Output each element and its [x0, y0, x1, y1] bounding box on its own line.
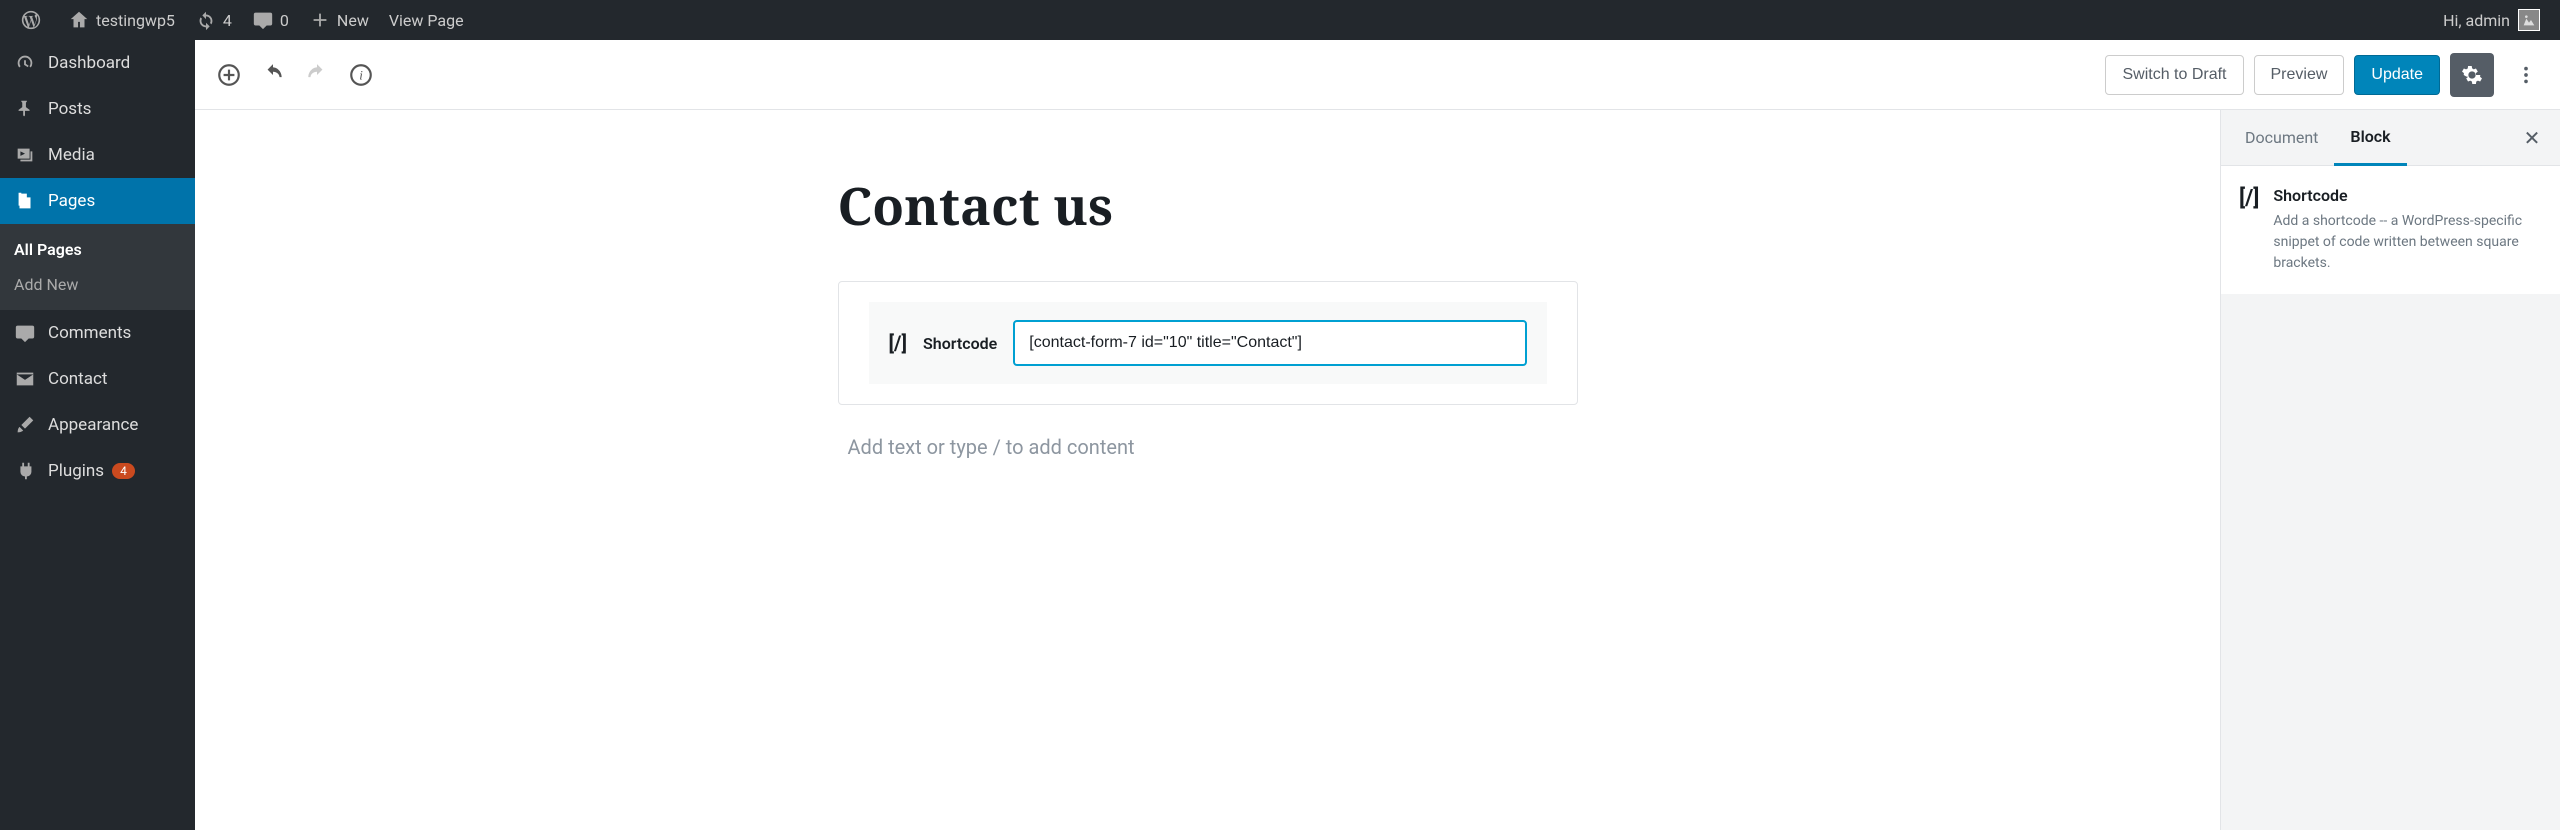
tab-document[interactable]: Document: [2229, 110, 2334, 166]
preview-button[interactable]: Preview: [2254, 55, 2345, 95]
sidebar-item-dashboard[interactable]: Dashboard: [0, 40, 195, 86]
svg-text:i: i: [359, 67, 363, 82]
account-menu[interactable]: Hi, admin: [2433, 0, 2550, 40]
shortcode-input[interactable]: [1013, 320, 1526, 366]
mail-icon: [14, 368, 36, 390]
tab-block[interactable]: Block: [2334, 110, 2406, 166]
site-link[interactable]: testingwp5: [58, 0, 185, 40]
redo-button[interactable]: [295, 53, 339, 97]
new-label: New: [337, 11, 369, 30]
settings-tabs: Document Block ✕: [2221, 110, 2560, 166]
comment-icon: [252, 9, 274, 31]
more-options-button[interactable]: [2504, 53, 2548, 97]
sidebar-item-appearance[interactable]: Appearance: [0, 402, 195, 448]
sidebar-item-label: Posts: [48, 99, 91, 119]
sidebar-subitem-add-new[interactable]: Add New: [0, 267, 195, 302]
close-icon: ✕: [2524, 126, 2541, 150]
sidebar-item-label: Media: [48, 145, 95, 165]
sidebar-subitem-label: Add New: [14, 275, 78, 294]
sidebar-item-label: Appearance: [48, 415, 138, 435]
sidebar-item-label: Contact: [48, 369, 107, 389]
view-page-link[interactable]: View Page: [379, 0, 474, 40]
update-button[interactable]: Update: [2354, 55, 2440, 95]
shortcode-label: Shortcode: [923, 334, 997, 353]
pin-icon: [14, 98, 36, 120]
updates-count: 4: [223, 11, 232, 30]
settings-toggle-button[interactable]: [2450, 53, 2494, 97]
plus-icon: [309, 9, 331, 31]
sidebar-item-label: Dashboard: [48, 53, 130, 73]
sidebar-subitem-all-pages[interactable]: All Pages: [0, 232, 195, 267]
add-block-button[interactable]: [207, 53, 251, 97]
sidebar-item-contact[interactable]: Contact: [0, 356, 195, 402]
content-structure-button[interactable]: i: [339, 53, 383, 97]
editor-region: i Switch to Draft Preview Update Contact…: [195, 40, 2560, 830]
wordpress-icon: [20, 9, 42, 31]
page-title[interactable]: Contact us: [838, 170, 1578, 241]
updates-icon: [195, 9, 217, 31]
comment-icon: [14, 322, 36, 344]
sidebar-subitem-label: All Pages: [14, 240, 82, 259]
site-name: testingwp5: [96, 11, 175, 30]
admin-sidebar: Dashboard Posts Media Pages All Pages Ad…: [0, 40, 195, 830]
editor-column: Contact us [/] Shortcode Add text or typ…: [818, 110, 1598, 509]
sidebar-item-pages[interactable]: Pages: [0, 178, 195, 224]
sidebar-item-comments[interactable]: Comments: [0, 310, 195, 356]
block-settings-panel: [/] Shortcode Add a shortcode -- a WordP…: [2221, 166, 2560, 294]
comments-count: 0: [280, 11, 289, 30]
sidebar-item-media[interactable]: Media: [0, 132, 195, 178]
admin-bar-right: Hi, admin: [2433, 0, 2550, 40]
plugins-badge: 4: [112, 463, 135, 479]
pages-icon: [14, 190, 36, 212]
media-icon: [14, 144, 36, 166]
wp-logo-menu[interactable]: [10, 0, 58, 40]
shortcode-inner: [/] Shortcode: [869, 302, 1547, 384]
switch-to-draft-button[interactable]: Switch to Draft: [2105, 55, 2243, 95]
shortcode-block[interactable]: [/] Shortcode: [838, 281, 1578, 405]
new-content-link[interactable]: New: [299, 0, 379, 40]
admin-bar: testingwp5 4 0 New View Page Hi, admin: [0, 0, 2560, 40]
sidebar-item-plugins[interactable]: Plugins 4: [0, 448, 195, 494]
gauge-icon: [14, 52, 36, 74]
editor-toolbar-right: Switch to Draft Preview Update: [2105, 53, 2548, 97]
shortcode-icon: [/]: [2239, 186, 2259, 274]
comments-link[interactable]: 0: [242, 0, 299, 40]
sidebar-item-label: Comments: [48, 323, 131, 343]
block-panel-title: Shortcode: [2273, 186, 2542, 205]
home-icon: [68, 9, 90, 31]
updates-link[interactable]: 4: [185, 0, 242, 40]
sidebar-submenu-pages: All Pages Add New: [0, 224, 195, 310]
add-block-placeholder[interactable]: Add text or type / to add content: [838, 405, 1578, 489]
block-panel-desc: Add a shortcode -- a WordPress-specific …: [2273, 211, 2542, 274]
settings-sidebar: Document Block ✕ [/] Shortcode Add a sho…: [2220, 110, 2560, 830]
shortcode-icon: [/]: [889, 331, 908, 355]
view-page-label: View Page: [389, 11, 464, 30]
editor-body: Contact us [/] Shortcode Add text or typ…: [195, 110, 2220, 830]
sidebar-item-label: Pages: [48, 191, 95, 211]
greeting: Hi, admin: [2443, 11, 2510, 30]
sidebar-item-label: Plugins: [48, 461, 104, 481]
plug-icon: [14, 460, 36, 482]
editor-toolbar: i Switch to Draft Preview Update: [195, 40, 2560, 110]
close-settings-button[interactable]: ✕: [2512, 118, 2552, 158]
undo-button[interactable]: [251, 53, 295, 97]
brush-icon: [14, 414, 36, 436]
sidebar-item-posts[interactable]: Posts: [0, 86, 195, 132]
avatar: [2518, 9, 2540, 31]
